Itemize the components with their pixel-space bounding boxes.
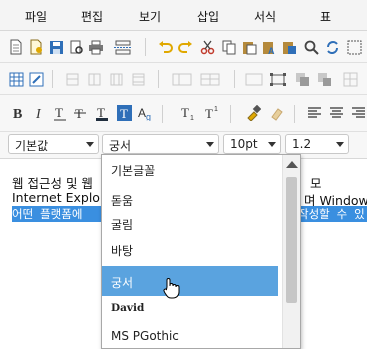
eraser-icon	[268, 105, 284, 121]
chevron-down-icon	[268, 142, 276, 147]
font-color-icon[interactable]: T	[94, 105, 110, 121]
font-option-selected[interactable]: 궁서	[102, 266, 278, 296]
cell-style-icon	[316, 71, 332, 87]
redo-icon[interactable]	[177, 39, 193, 55]
toolbar-table	[0, 63, 367, 95]
insert-column-icon	[108, 71, 124, 87]
cut-icon[interactable]	[199, 39, 215, 55]
delete-row-icon	[86, 71, 102, 87]
svg-text:T: T	[205, 106, 213, 121]
svg-text:1: 1	[190, 115, 194, 121]
chevron-down-icon	[336, 142, 344, 147]
strikethrough-icon[interactable]: T	[72, 105, 88, 121]
font-option[interactable]: 기본글꼴	[102, 155, 278, 185]
print-preview-icon[interactable]	[68, 39, 84, 55]
paste-text-icon[interactable]: A	[261, 39, 277, 55]
svg-text:A: A	[268, 46, 275, 55]
scroll-up-arrow-icon[interactable]	[286, 161, 298, 168]
bold-icon[interactable]: B	[10, 105, 26, 121]
dropdown-scrollbar[interactable]	[282, 155, 300, 348]
table-delete-icon	[342, 71, 358, 87]
paste-icon[interactable]	[241, 39, 257, 55]
toolbar-separator	[230, 105, 231, 123]
svg-text:T: T	[55, 105, 63, 120]
toolbar-separator	[234, 70, 235, 88]
undo-icon[interactable]	[157, 39, 173, 55]
svg-text:g: g	[146, 112, 151, 121]
editor-line-selected-tail: 작성할 수 있	[298, 206, 367, 222]
align-center-icon[interactable]	[328, 105, 344, 121]
svg-text:T: T	[181, 105, 189, 120]
chevron-down-icon	[206, 142, 214, 147]
toolbar-main: A	[0, 31, 367, 63]
italic-icon[interactable]: I	[32, 105, 48, 121]
print-icon[interactable]	[88, 39, 104, 55]
merge-cells-icon	[172, 71, 192, 87]
svg-text:T: T	[120, 106, 128, 121]
chevron-down-icon	[86, 142, 94, 147]
format-painter-icon[interactable]	[245, 105, 261, 121]
line-height-value: 1.2	[292, 137, 312, 151]
font-option[interactable]: 바탕	[102, 235, 278, 265]
menu-insert[interactable]: 삽입	[197, 8, 219, 25]
scrollbar-thumb[interactable]	[286, 177, 297, 303]
table-properties-icon[interactable]	[28, 71, 44, 87]
toolbar-separator	[52, 70, 53, 88]
toolbar-separator	[294, 105, 295, 123]
find-icon[interactable]	[303, 39, 319, 55]
select-all-icon[interactable]	[346, 39, 362, 55]
font-family-select[interactable]: 궁서	[102, 134, 219, 154]
menubar: 파일 편집 보기 삽입 서식 표	[0, 0, 367, 31]
insert-table-icon[interactable]	[8, 71, 24, 87]
underline-icon[interactable]: T	[52, 105, 68, 121]
editor-line-selected: 어떤 플랫폼에	[12, 206, 102, 222]
clear-format-icon[interactable]: Ag	[138, 105, 154, 121]
font-option[interactable]: MS PGothic	[102, 322, 278, 348]
svg-text:A: A	[138, 106, 146, 120]
insert-row-icon	[64, 71, 80, 87]
new-template-icon[interactable]	[28, 39, 44, 55]
menu-file[interactable]: 파일	[25, 8, 47, 25]
split-cells-icon	[200, 71, 220, 87]
subscript-icon[interactable]: T1	[180, 105, 196, 121]
font-size-value: 10pt	[230, 137, 258, 151]
font-family-dropdown: 기본글꼴 돋움 굴림 바탕 궁서 David MS PGothic	[101, 154, 301, 349]
replace-icon[interactable]	[324, 39, 340, 55]
superscript-icon[interactable]: T1	[204, 105, 220, 121]
font-option[interactable]: David	[102, 293, 278, 323]
toolbar-separator	[145, 38, 146, 56]
svg-text:1: 1	[214, 106, 218, 113]
background-color-icon[interactable]: T	[116, 105, 132, 121]
align-right-icon[interactable]	[350, 105, 366, 121]
hand-cursor-icon	[163, 278, 180, 299]
line-height-select[interactable]: 1.2	[285, 134, 349, 154]
paste-word-icon[interactable]	[281, 39, 297, 55]
menu-table[interactable]: 표	[320, 8, 331, 25]
cell-color-icon	[294, 71, 310, 87]
align-left-icon[interactable]	[306, 105, 322, 121]
editor-line: Internet Explor	[12, 190, 106, 205]
paragraph-style-value: 기본값	[15, 139, 49, 153]
font-family-value: 궁서	[109, 139, 132, 153]
menu-format[interactable]: 서식	[254, 8, 276, 25]
new-document-icon[interactable]	[8, 39, 24, 55]
cell-border-icon	[244, 71, 264, 87]
page-break-icon[interactable]	[112, 39, 134, 55]
toolbar-separator	[158, 70, 159, 88]
menu-edit[interactable]: 편집	[81, 8, 103, 25]
svg-text:I: I	[35, 107, 42, 121]
delete-column-icon	[130, 71, 146, 87]
svg-text:B: B	[13, 107, 22, 121]
font-size-select[interactable]: 10pt	[223, 134, 281, 154]
save-icon[interactable]	[48, 39, 64, 55]
menu-view[interactable]: 보기	[139, 8, 161, 25]
copy-icon[interactable]	[221, 39, 237, 55]
toolbar-separator	[162, 105, 163, 123]
insert-image-icon[interactable]	[270, 71, 286, 87]
paragraph-style-select[interactable]: 기본값	[8, 134, 99, 154]
toolbar-text: B I T T T T Ag T1 T1	[0, 95, 367, 132]
svg-text:T: T	[97, 105, 105, 120]
